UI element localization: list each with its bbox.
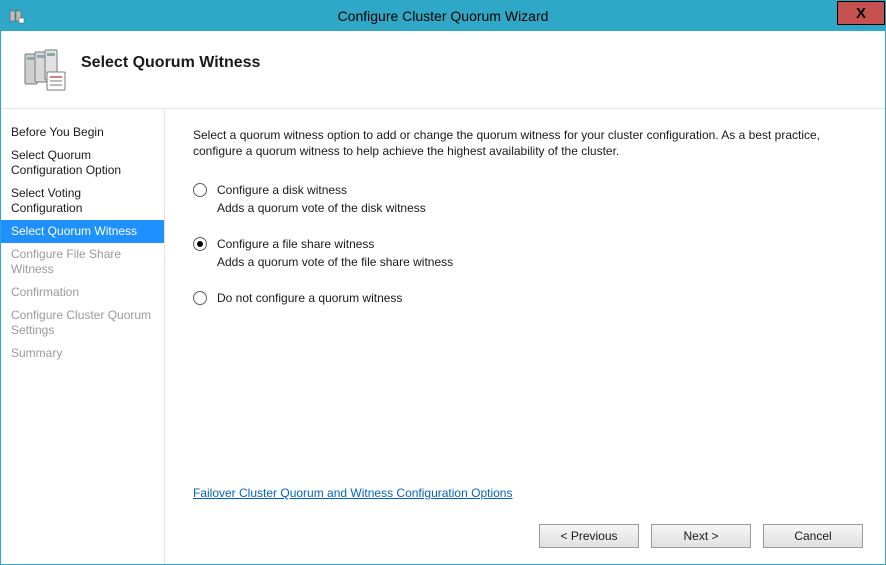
wizard-body: Before You Begin Select Quorum Configura… (1, 109, 885, 564)
cluster-icon (23, 48, 67, 92)
radio-disk-witness[interactable]: Configure a disk witness (193, 183, 863, 197)
titlebar: Configure Cluster Quorum Wizard X (1, 1, 885, 31)
window-title: Configure Cluster Quorum Wizard (1, 8, 885, 24)
step-summary: Summary (1, 342, 164, 365)
step-select-quorum-witness[interactable]: Select Quorum Witness (1, 220, 164, 243)
step-confirmation: Confirmation (1, 281, 164, 304)
cancel-button[interactable]: Cancel (763, 524, 863, 548)
radio-description: Adds a quorum vote of the file share wit… (217, 255, 863, 269)
wizard-window: Configure Cluster Quorum Wizard X Select… (0, 0, 886, 565)
step-select-quorum-config-option[interactable]: Select Quorum Configuration Option (1, 144, 164, 182)
wizard-header: Select Quorum Witness (1, 31, 885, 109)
option-disk-witness: Configure a disk witness Adds a quorum v… (193, 183, 863, 215)
radio-label: Configure a file share witness (217, 237, 374, 251)
previous-button[interactable]: < Previous (539, 524, 639, 548)
content-pane: Select a quorum witness option to add or… (165, 109, 885, 564)
radio-icon (193, 291, 207, 305)
radio-label: Configure a disk witness (217, 183, 347, 197)
app-icon (9, 8, 25, 24)
step-sidebar: Before You Begin Select Quorum Configura… (1, 109, 165, 564)
help-link[interactable]: Failover Cluster Quorum and Witness Conf… (193, 486, 863, 500)
step-configure-file-share-witness: Configure File Share Witness (1, 243, 164, 281)
close-icon: X (856, 5, 866, 22)
radio-icon (193, 237, 207, 251)
radio-label: Do not configure a quorum witness (217, 291, 402, 305)
button-row: < Previous Next > Cancel (193, 524, 863, 552)
intro-text: Select a quorum witness option to add or… (193, 127, 833, 159)
page-title: Select Quorum Witness (81, 54, 260, 72)
next-button[interactable]: Next > (651, 524, 751, 548)
step-before-you-begin[interactable]: Before You Begin (1, 121, 164, 144)
radio-icon (193, 183, 207, 197)
step-configure-cluster-quorum-settings: Configure Cluster Quorum Settings (1, 304, 164, 342)
option-no-witness: Do not configure a quorum witness (193, 291, 863, 305)
radio-file-share-witness[interactable]: Configure a file share witness (193, 237, 863, 251)
option-file-share-witness: Configure a file share witness Adds a qu… (193, 237, 863, 269)
radio-description: Adds a quorum vote of the disk witness (217, 201, 863, 215)
step-select-voting-configuration[interactable]: Select Voting Configuration (1, 182, 164, 220)
radio-no-witness[interactable]: Do not configure a quorum witness (193, 291, 863, 305)
close-button[interactable]: X (837, 1, 885, 25)
